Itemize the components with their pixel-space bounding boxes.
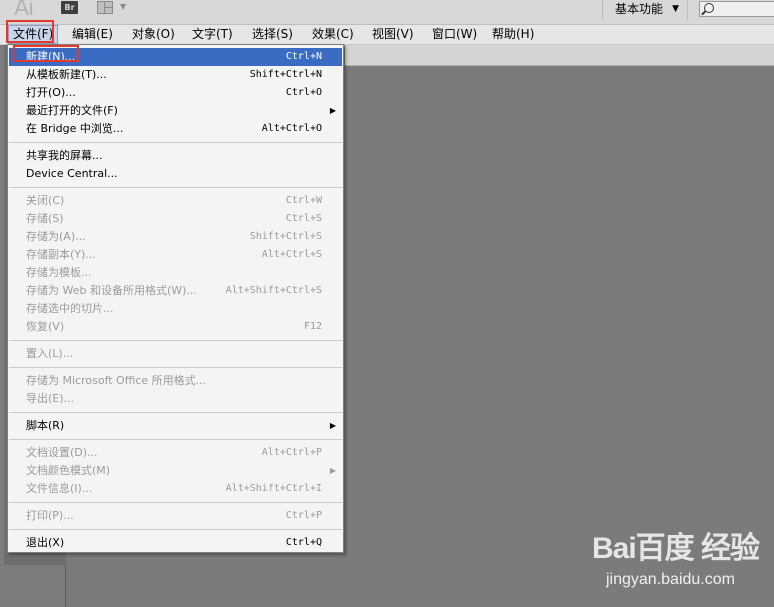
menu-item-label: 存储为 Microsoft Office 所用格式... [26,374,207,387]
file-menu-item: 存储为模板... [9,264,342,282]
menu-item-label: 从模板新建(T)... [26,68,107,81]
file-menu-item: 导出(E)... [9,390,342,408]
watermark-url: jingyan.baidu.com [606,571,735,588]
menu-item-shortcut: Ctrl+N [285,51,322,62]
file-menu-item: 存储副本(Y)... Alt+Ctrl+S [9,246,342,264]
file-menu-item: 关闭(C) Ctrl+W [9,192,342,210]
file-menu-item[interactable]: Device Central... [9,165,342,183]
menu-item-label: 打开(O)... [26,86,76,99]
menu-item-label: 存储副本(Y)... [26,248,96,261]
file-menu-item[interactable]: 打开(O)... Ctrl+O [9,84,342,102]
menu-separator [9,412,342,413]
file-menu-item[interactable]: 共享我的屏幕... [9,147,342,165]
annotation-box-file-menu [6,20,54,43]
chevron-down-icon[interactable]: ▼ [120,2,126,11]
file-menu-item: 文档颜色模式(M) ▶ [9,462,342,480]
file-menu-item: 存储为(A)... Shift+Ctrl+S [9,228,342,246]
menu-item-shortcut: Alt+Ctrl+O [261,123,322,134]
file-menu-item: 存储为 Web 和设备所用格式(W)... Alt+Shift+Ctrl+S [9,282,342,300]
menu-1[interactable]: 编辑(E) [68,25,117,44]
menu-2[interactable]: 对象(O) [128,25,179,44]
menu-bar: 文件(F) 编辑(E) 对象(O) 文字(T) 选择(S) 效果(C) 视图(V) 窗口(W)… [0,25,774,45]
menu-item-shortcut: Ctrl+O [285,87,322,98]
menu-item-shortcut: F12 [303,321,322,332]
file-menu-item[interactable]: 最近打开的文件(F) ▶ [9,102,342,120]
menu-item-label: 文档设置(D)... [26,446,98,459]
file-menu-item: 恢复(V) F12 [9,318,342,336]
menu-item-label: 存储为模板... [26,266,92,279]
menu-3[interactable]: 文字(T) [188,25,237,44]
menu-item-shortcut: Alt+Shift+Ctrl+I [225,483,322,494]
file-menu-item: 文档设置(D)... Alt+Ctrl+P [9,444,342,462]
menu-4[interactable]: 选择(S) [248,25,297,44]
menu-item-label: 脚本(R) [26,419,65,432]
baidu-jingyan-watermark: Bai百度 经验 jingyan.baidu.com [592,523,770,601]
menu-separator [9,340,342,341]
bridge-button[interactable]: Br [61,1,78,14]
menu-separator [9,529,342,530]
watermark-logo: Bai百度 经验 [592,532,760,565]
app-bar: Ai Br ▼ 基本功能 ▼ [0,0,774,25]
file-menu-item: 存储(S) Ctrl+S [9,210,342,228]
file-menu-item: 存储选中的切片... [9,300,342,318]
submenu-arrow-icon: ▶ [329,106,336,115]
file-menu-item: 置入(L)... [9,345,342,363]
menu-item-label: 退出(X) [26,536,65,549]
file-menu-item: 存储为 Microsoft Office 所用格式... [9,372,342,390]
menu-separator [9,502,342,503]
menu-item-label: 文件信息(I)... [26,482,93,495]
menu-item-shortcut: Ctrl+Q [285,537,322,548]
menu-8[interactable]: 帮助(H) [488,25,538,44]
menu-item-label: 存储为 Web 和设备所用格式(W)... [26,284,197,297]
menu-separator [9,439,342,440]
menu-item-shortcut: Ctrl+S [285,213,322,224]
menu-item-shortcut: Ctrl+W [285,195,322,206]
submenu-arrow-icon: ▶ [329,466,336,475]
arrange-documents-icon[interactable] [97,1,113,14]
file-menu-item[interactable]: 从模板新建(T)... Shift+Ctrl+N [9,66,342,84]
workspace-label: 基本功能 [615,2,664,16]
file-menu-item[interactable]: 在 Bridge 中浏览... Alt+Ctrl+O [9,120,342,138]
menu-item-label: 存储(S) [26,212,64,225]
annotation-box-new-item [13,45,79,62]
file-menu-dropdown: 新建(N)... Ctrl+N 从模板新建(T)... Shift+Ctrl+N 打开(… [7,44,344,553]
menu-separator [9,187,342,188]
menu-item-label: 置入(L)... [26,347,74,360]
chevron-down-icon: ▼ [672,4,679,14]
menu-item-label: 存储为(A)... [26,230,86,243]
menu-item-label: 恢复(V) [26,320,65,333]
file-menu-item: 文件信息(I)... Alt+Shift+Ctrl+I [9,480,342,498]
illustrator-logo: Ai [14,0,34,21]
menu-item-label: 关闭(C) [26,194,65,207]
menu-item-shortcut: Alt+Shift+Ctrl+S [225,285,322,296]
menu-7[interactable]: 窗口(W) [428,25,481,44]
menu-separator [9,142,342,143]
menu-item-shortcut: Ctrl+P [285,510,322,521]
menu-item-label: 共享我的屏幕... [26,149,103,162]
file-menu-item: 打印(P)... Ctrl+P [9,507,342,525]
menu-item-label: 导出(E)... [26,392,75,405]
control-bar [345,45,774,66]
menu-item-label: 在 Bridge 中浏览... [26,122,124,135]
menu-item-label: 打印(P)... [26,509,74,522]
menu-item-label: Device Central... [26,167,118,180]
submenu-arrow-icon: ▶ [329,421,336,430]
menu-5[interactable]: 效果(C) [308,25,358,44]
menu-item-shortcut: Shift+Ctrl+N [249,69,322,80]
workspace-switcher[interactable]: 基本功能 ▼ [602,0,688,20]
file-menu-item[interactable]: 脚本(R) ▶ [9,417,342,435]
menu-item-label: 文档颜色模式(M) [26,464,111,477]
search-input[interactable] [699,1,774,17]
menu-item-label: 存储选中的切片... [26,302,114,315]
menu-item-shortcut: Alt+Ctrl+P [261,447,322,458]
search-icon [704,3,714,13]
file-menu-item[interactable]: 退出(X) Ctrl+Q [9,534,342,552]
menu-item-shortcut: Alt+Ctrl+S [261,249,322,260]
menu-item-shortcut: Shift+Ctrl+S [249,231,322,242]
menu-6[interactable]: 视图(V) [368,25,418,44]
menu-separator [9,367,342,368]
menu-item-label: 最近打开的文件(F) [26,104,118,117]
